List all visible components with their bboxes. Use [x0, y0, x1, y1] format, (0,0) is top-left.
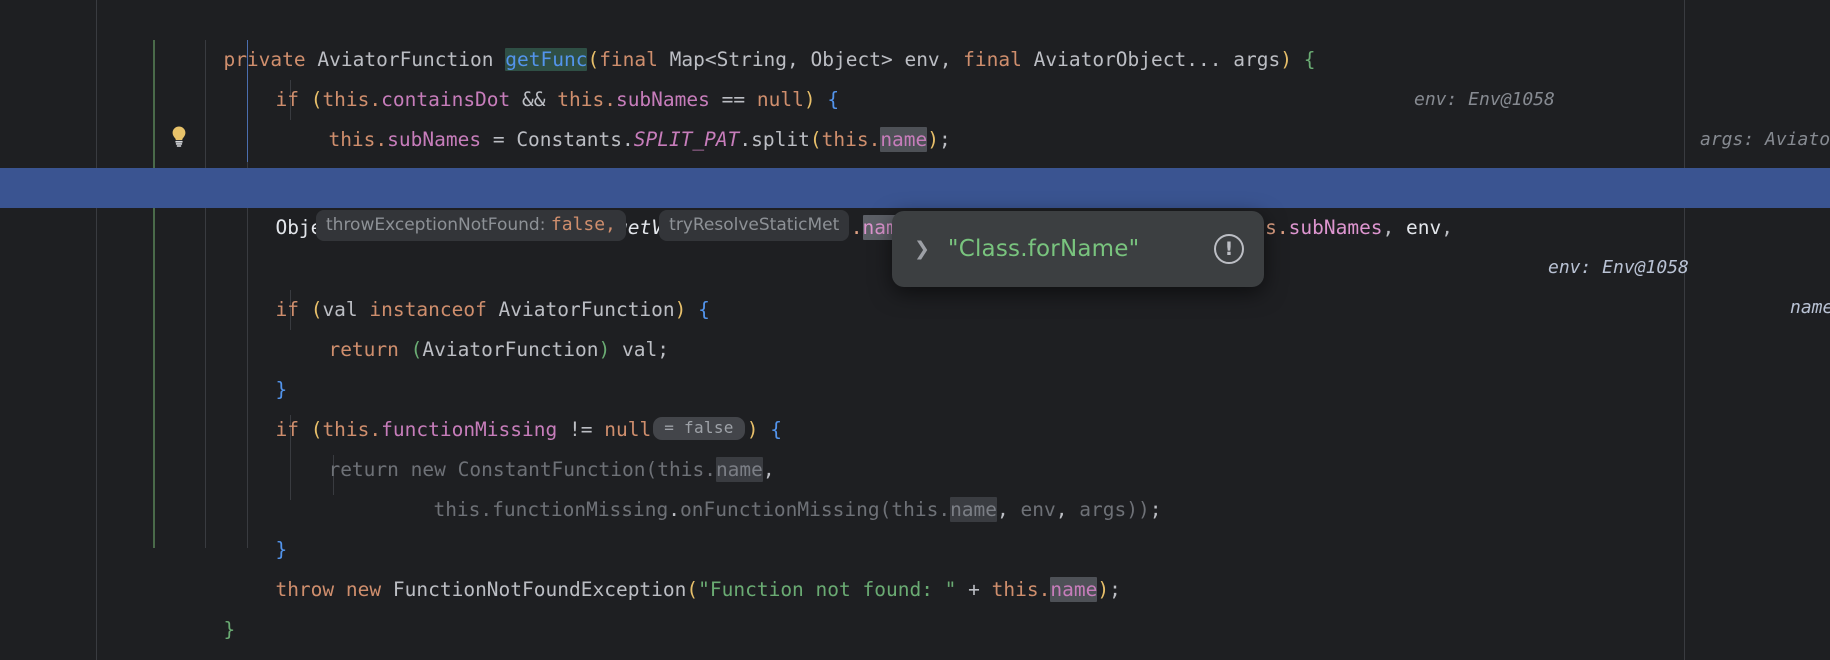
code-line-14[interactable]: } — [0, 570, 1830, 641]
code-line-13[interactable]: throw new FunctionNotFoundException("Fun… — [0, 530, 1830, 602]
token-arg-env: env — [1406, 216, 1442, 239]
code-line-4[interactable]: } — [0, 120, 1830, 191]
chevron-right-icon[interactable]: ❯ — [914, 239, 930, 259]
parameter-hint-throwexceptionnotfound[interactable]: throwExceptionNotFound: false, — [316, 210, 626, 241]
code-line-2[interactable]: if (this.containsDot && this.subNames ==… — [0, 40, 1830, 111]
code-line-1[interactable]: private AviatorFunction getFunc(final Ma… — [0, 0, 1830, 150]
parameter-hint-value: false, — [550, 214, 616, 235]
token-comma-3: , — [1382, 216, 1407, 239]
code-line-15[interactable]: } — [0, 610, 1830, 660]
code-line-10[interactable]: return new ConstantFunction(this.name, — [0, 410, 1830, 482]
code-line-3[interactable]: this.subNames = Constants.SPLIT_PAT.spli… — [0, 80, 1830, 152]
popup-value-text: "Class.forName" — [947, 236, 1140, 262]
token-field-subnames: subNames — [1288, 216, 1383, 239]
code-line-9[interactable]: if (this.functionMissing != null = false)… — [0, 370, 1830, 441]
parameter-hints-row[interactable]: throwExceptionNotFound: false, tryResolv… — [316, 208, 850, 242]
code-line-5-execution-line[interactable]: Object val = AviatorJavaType.getValueFro… — [0, 168, 1830, 318]
parameter-hint-tryresolvestaticmethod[interactable]: tryResolveStaticMet — [659, 210, 850, 241]
token-comma-4: , — [1441, 216, 1454, 239]
code-line-7[interactable]: return (AviatorFunction) val; — [0, 290, 1830, 361]
code-editor[interactable]: private AviatorFunction getFunc(final Ma… — [0, 0, 1830, 660]
code-line-8[interactable]: } — [0, 330, 1830, 401]
exclamation-circle-icon[interactable]: ! — [1214, 234, 1244, 264]
code-line-11[interactable]: this.functionMissing.onFunctionMissing(t… — [0, 450, 1830, 522]
debugger-value-popup[interactable]: ❯ "Class.forName" ! — [892, 211, 1264, 287]
code-line-12[interactable]: } — [0, 490, 1830, 561]
parameter-hint-label: throwExceptionNotFound: — [326, 215, 546, 235]
